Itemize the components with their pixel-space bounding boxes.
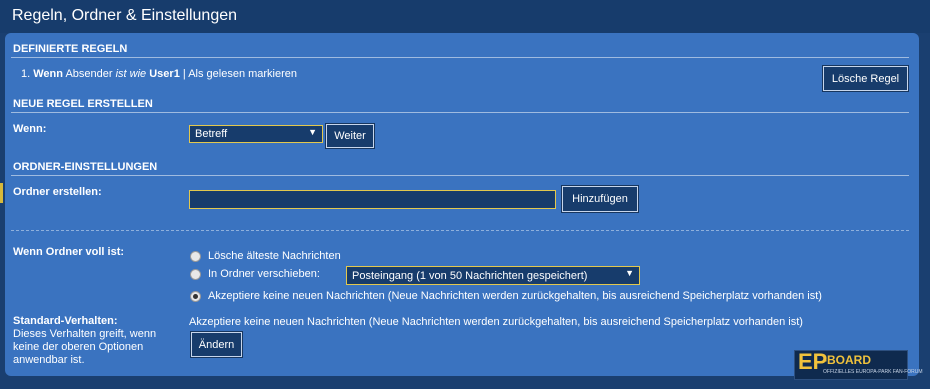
condition-select[interactable]: Betreff ▼ (189, 125, 323, 143)
page-title: Regeln, Ordner & Einstellungen (12, 7, 238, 24)
when-label: Wenn: (13, 123, 47, 135)
radio-move-to-folder[interactable] (190, 269, 201, 280)
radio-delete-oldest[interactable] (190, 251, 201, 262)
rule-when: Wenn (33, 68, 63, 80)
rule-operator: ist wie (115, 68, 147, 80)
side-accent (0, 183, 3, 203)
new-rule-heading: NEUE REGEL ERSTELLEN (13, 98, 153, 110)
option-delete-oldest-label: Lösche älteste Nachrichten (208, 250, 341, 262)
rule-number: 1. (21, 68, 31, 80)
option-reject-label: Akzeptiere keine neuen Nachrichten (Neue… (208, 290, 822, 302)
default-behavior-value: Akzeptiere keine neuen Nachrichten (Neue… (189, 316, 803, 328)
rule-item: 1. Wenn Absender ist wie User1 | Als gel… (21, 68, 297, 80)
logo-board: -BOARD (823, 353, 871, 367)
rule-field: Absender (65, 68, 113, 80)
divider (11, 175, 909, 176)
radio-reject-new[interactable] (190, 291, 201, 302)
defined-rules-heading: DEFINIERTE REGELN (13, 43, 128, 55)
rule-action: Als gelesen markieren (188, 68, 298, 80)
logo-tagline: OFFIZIELLES EUROPA-PARK FAN-FORUM (823, 369, 923, 375)
default-behavior-description: Dieses Verhalten greift, wenn keine der … (13, 328, 157, 366)
rule-value: User1 (149, 68, 180, 80)
target-folder-select[interactable]: Posteingang (1 von 50 Nachrichten gespei… (346, 266, 640, 285)
divider (11, 112, 909, 113)
ep-board-logo: EP -BOARD OFFIZIELLES EUROPA-PARK FAN-FO… (794, 349, 923, 380)
page-header: Regeln, Ordner & Einstellungen (0, 0, 930, 33)
dashed-divider (11, 230, 909, 231)
create-folder-label: Ordner erstellen: (13, 186, 102, 198)
folder-settings-heading: ORDNER-EINSTELLUNGEN (13, 161, 158, 173)
settings-panel: DEFINIERTE REGELN 1. Wenn Absender ist w… (5, 33, 919, 376)
target-folder-value: Posteingang (1 von 50 Nachrichten gespei… (352, 269, 588, 282)
chevron-down-icon: ▼ (625, 268, 634, 278)
divider (11, 57, 909, 58)
condition-select-value: Betreff (195, 128, 228, 140)
folder-name-input[interactable] (189, 190, 556, 209)
folder-full-label: Wenn Ordner voll ist: (13, 246, 125, 258)
rule-separator: | (182, 68, 186, 80)
next-button[interactable]: Weiter (325, 123, 375, 149)
delete-rule-button[interactable]: Lösche Regel (822, 65, 909, 92)
default-behavior-label: Standard-Verhalten: (13, 315, 118, 327)
chevron-down-icon: ▼ (308, 127, 317, 137)
change-button[interactable]: Ändern (190, 331, 243, 358)
add-folder-button[interactable]: Hinzufügen (561, 185, 639, 213)
option-move-label: In Ordner verschieben: (208, 268, 320, 280)
